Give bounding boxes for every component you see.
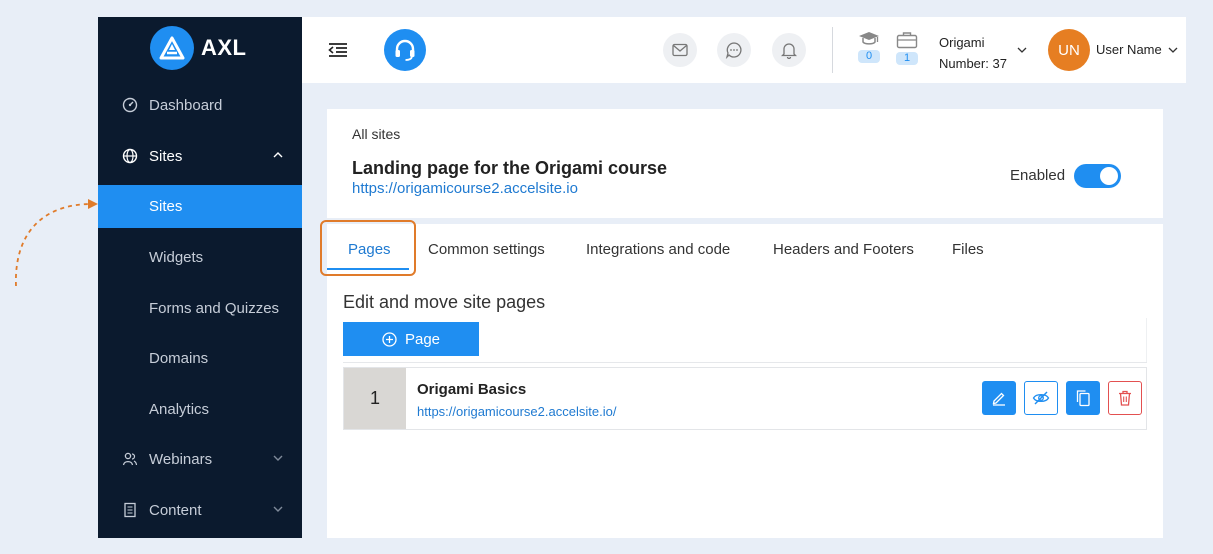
tab-label: Headers and Footers <box>773 241 914 258</box>
sidebar-item-sites[interactable]: Sites <box>98 135 302 178</box>
chevron-down-icon <box>273 506 283 512</box>
add-page-label: Page <box>404 330 441 348</box>
hide-page-button[interactable] <box>1024 381 1058 415</box>
logo-text: AXL <box>201 35 247 60</box>
tab-label: Integrations and code <box>586 241 731 258</box>
bell-icon <box>781 43 797 59</box>
sidebar-subitem-sites[interactable]: Sites <box>98 185 302 228</box>
chevron-down-icon[interactable] <box>1016 44 1028 56</box>
avatar[interactable]: UN <box>1048 29 1090 71</box>
tab-integrations-and-code[interactable]: Integrations and code <box>586 241 730 258</box>
courses-counter[interactable]: 0 <box>856 31 882 63</box>
list-border <box>1146 318 1147 362</box>
briefcase-icon <box>896 32 918 49</box>
delete-page-button[interactable] <box>1108 381 1142 415</box>
sidebar-subitem-forms-and-quizzes[interactable]: Forms and Quizzes <box>98 287 302 330</box>
logo[interactable]: AXL <box>150 26 247 70</box>
gauge-icon <box>122 97 138 113</box>
headset-icon <box>395 39 415 61</box>
add-page-button[interactable]: Page <box>343 322 479 356</box>
plus-circle-icon <box>382 331 397 347</box>
page-row[interactable]: 1 Origami Basics https://origamicourse2.… <box>343 367 1147 430</box>
site-url-link[interactable]: https://origamicourse2.accelsite.io <box>352 180 578 197</box>
site-title: Landing page for the Origami course <box>352 158 668 178</box>
sidebar-subitem-label: Widgets <box>149 249 204 266</box>
mail-button[interactable] <box>663 33 697 67</box>
sidebar-subitem-label: Sites <box>149 198 183 215</box>
sidebar-subitem-label: Forms and Quizzes <box>149 300 280 317</box>
sidebar-item-label: Sites <box>149 148 183 165</box>
sidebar-subitem-widgets[interactable]: Widgets <box>98 236 302 279</box>
breadcrumb[interactable]: All sites <box>352 126 400 142</box>
chevron-down-icon <box>273 455 283 461</box>
organization-selector[interactable]: Origami Number: 37 <box>939 32 1007 74</box>
chat-button[interactable] <box>717 33 751 67</box>
globe-icon <box>122 148 138 164</box>
sidebar-item-label: Dashboard <box>149 97 223 114</box>
people-icon <box>122 452 138 466</box>
sidebar: AXL Dashboard Sites Sites Widgets Forms … <box>98 17 302 538</box>
enabled-label: Enabled <box>1010 167 1066 184</box>
sidebar-subitem-domains[interactable]: Domains <box>98 337 302 380</box>
organization-number: Number: 37 <box>939 56 1007 71</box>
sidebar-subitem-label: Domains <box>149 350 209 367</box>
edit-page-button[interactable] <box>982 381 1016 415</box>
document-icon <box>124 502 136 518</box>
chevron-up-icon <box>273 152 283 158</box>
tab-common-settings[interactable]: Common settings <box>428 241 545 258</box>
support-button[interactable] <box>384 29 426 71</box>
logo-mark-icon <box>150 26 194 70</box>
page-number[interactable]: 1 <box>344 368 406 429</box>
page-url-link[interactable]: https://origamicourse2.accelsite.io/ <box>417 404 616 419</box>
duplicate-page-button[interactable] <box>1066 381 1100 415</box>
mail-icon <box>672 43 688 57</box>
organization-name: Origami <box>939 35 985 50</box>
courses-count-badge: 0 <box>858 50 880 63</box>
products-counter[interactable]: 1 <box>894 31 920 65</box>
sidebar-item-webinars[interactable]: Webinars <box>98 438 302 481</box>
tab-label: Files <box>952 241 984 258</box>
sidebar-item-label: Webinars <box>149 451 213 468</box>
sidebar-item-dashboard[interactable]: Dashboard <box>98 84 302 127</box>
user-name[interactable]: User Name <box>1096 42 1162 57</box>
page-title: Origami Basics <box>417 381 527 398</box>
sidebar-item-content[interactable]: Content <box>98 489 302 532</box>
site-info-card: All sites Landing page for the Origami c… <box>327 109 1163 218</box>
tab-highlight-frame <box>320 220 416 276</box>
products-count-badge: 1 <box>896 52 918 65</box>
chat-icon <box>725 42 742 59</box>
sidebar-item-label: Content <box>149 502 202 519</box>
tab-files[interactable]: Files <box>952 241 984 258</box>
header-divider <box>832 27 833 73</box>
copy-icon <box>1076 390 1090 407</box>
toggle-knob <box>1100 167 1118 185</box>
tab-label: Common settings <box>428 241 545 258</box>
sidebar-subitem-label: Analytics <box>149 401 210 418</box>
list-divider <box>343 362 1147 363</box>
eye-slash-icon <box>1032 391 1050 405</box>
sidebar-subitem-analytics[interactable]: Analytics <box>98 388 302 431</box>
top-header: 0 1 Origami Number: 37 UN User Name <box>302 17 1186 83</box>
tab-headers-and-footers[interactable]: Headers and Footers <box>773 241 914 258</box>
notifications-button[interactable] <box>772 33 806 67</box>
pencil-icon <box>992 392 1005 406</box>
section-title: Edit and move site pages <box>343 292 546 312</box>
menu-collapse-icon[interactable] <box>328 42 348 58</box>
site-pages-card: Pages Common settings Integrations and c… <box>327 224 1163 538</box>
enabled-toggle[interactable] <box>1074 164 1121 188</box>
graduation-cap-icon <box>859 32 879 45</box>
trash-icon <box>1119 390 1131 406</box>
chevron-down-icon[interactable] <box>1167 44 1179 56</box>
dashed-arrow-icon <box>15 199 98 287</box>
